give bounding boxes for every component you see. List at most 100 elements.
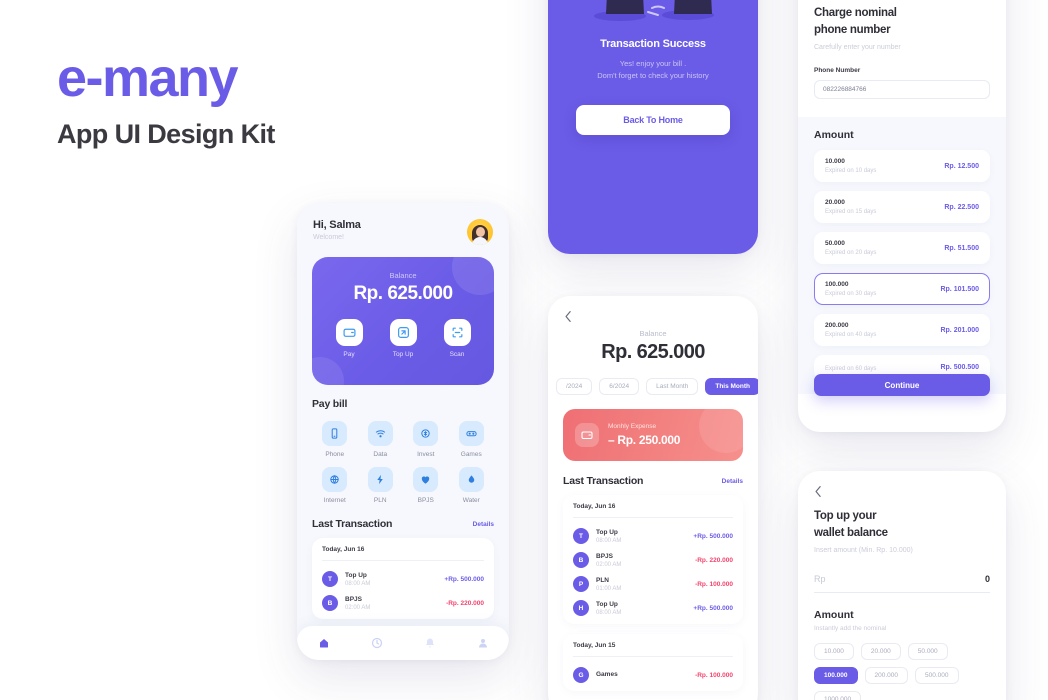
back-button[interactable] bbox=[798, 471, 1006, 498]
amount-price: Rp. 51.500 bbox=[944, 244, 979, 252]
success-title: Transaction Success bbox=[600, 38, 706, 50]
paybill-section: Pay bill Phone Data Invest Games Interne… bbox=[297, 385, 509, 504]
paybill-item-games[interactable]: Games bbox=[449, 421, 495, 458]
paybill-item-bpjs[interactable]: BPJS bbox=[403, 467, 449, 504]
success-illustration bbox=[548, 0, 758, 30]
amount-nominal: 50.000 bbox=[825, 240, 845, 248]
transaction-time: 01:00 AM bbox=[596, 585, 622, 592]
amount-option[interactable]: 200.000 Expired on 40 days Rp. 201.000 bbox=[814, 314, 990, 347]
monthly-expense-card: Monhly Expense – Rp. 250.000 bbox=[563, 409, 743, 461]
amount-input[interactable]: Rp 0 bbox=[814, 574, 990, 594]
paybill-label: Games bbox=[460, 451, 482, 458]
brand-title: e-many bbox=[57, 48, 239, 108]
action-pay[interactable]: Pay bbox=[335, 319, 363, 358]
paybill-item-water[interactable]: Water bbox=[449, 467, 495, 504]
amount-chip[interactable]: 200.000 bbox=[864, 667, 908, 685]
nav-history-icon[interactable] bbox=[371, 637, 383, 649]
continue-button[interactable]: Continue bbox=[814, 374, 990, 396]
transaction-time: 02:00 AM bbox=[596, 561, 622, 568]
amount-price: Rp. 101.500 bbox=[940, 285, 979, 293]
table-row[interactable]: T Top Up 08:00 AM +Rp. 500.000 bbox=[322, 567, 484, 591]
phone-screen-history: Balance Rp. 625.000 /2024 6/2024 Last Mo… bbox=[548, 296, 758, 700]
transaction-amount: +Rp. 500.000 bbox=[444, 575, 484, 583]
transaction-card: Today, Jun 15 G Games -Rp. 100.000 bbox=[563, 634, 743, 691]
amount-chip[interactable]: 50.000 bbox=[907, 643, 948, 661]
greeting-text: Hi, Salma bbox=[313, 219, 361, 231]
amount-title: Amount bbox=[814, 609, 854, 622]
amount-expiry: Expired on 10 days bbox=[825, 168, 877, 175]
phone-icon bbox=[322, 421, 348, 446]
back-button[interactable] bbox=[548, 296, 758, 323]
amount-price: Rp. 201.000 bbox=[940, 326, 979, 334]
transaction-time: 08:00 AM bbox=[596, 609, 622, 616]
paybill-item-pln[interactable]: PLN bbox=[358, 467, 404, 504]
phone-number-input[interactable]: 082226884766 bbox=[814, 80, 990, 100]
paybill-grid: Phone Data Invest Games Internet PLN BPJ… bbox=[312, 421, 494, 504]
balance-actions: Pay Top Up Scan bbox=[312, 319, 494, 358]
amount-option[interactable]: 50.000 Expired on 20 days Rp. 51.500 bbox=[814, 232, 990, 265]
paybill-item-internet[interactable]: Internet bbox=[312, 467, 358, 504]
transaction-date: Today, Jun 16 bbox=[322, 546, 365, 553]
avatar[interactable] bbox=[467, 219, 493, 245]
paybill-label: BPJS bbox=[417, 497, 434, 504]
amount-option[interactable]: 20.000 Expired on 15 days Rp. 22.500 bbox=[814, 191, 990, 224]
last-transaction-title: Last Transaction bbox=[563, 475, 644, 487]
filter-chip[interactable]: Last Month bbox=[646, 378, 699, 395]
nav-profile-icon[interactable] bbox=[477, 637, 489, 649]
table-row[interactable]: T Top Up 08:00 AM +Rp. 500.000 bbox=[573, 524, 733, 548]
page-title: Charge nominal phone number bbox=[814, 5, 990, 38]
filter-chip[interactable]: /2024 bbox=[556, 378, 593, 395]
transaction-time: 08:00 AM bbox=[596, 537, 622, 544]
details-link[interactable]: Details bbox=[722, 478, 743, 485]
table-row[interactable]: H Top Up 08:00 AM +Rp. 500.000 bbox=[573, 596, 733, 620]
amount-chip-active[interactable]: 100.000 bbox=[814, 667, 858, 685]
table-row[interactable]: B BPJS 02:00 AM -Rp. 220.000 bbox=[322, 591, 484, 615]
table-row[interactable]: G Games -Rp. 100.000 bbox=[573, 663, 733, 687]
details-link[interactable]: Details bbox=[473, 521, 494, 528]
brand-subtitle: App UI Design Kit bbox=[57, 118, 275, 149]
transaction-card: Today, Jun 16 T Top Up 08:00 AM +Rp. 500… bbox=[312, 538, 494, 619]
transaction-name: Top Up bbox=[345, 571, 367, 579]
nav-bell-icon[interactable] bbox=[424, 637, 436, 649]
water-icon bbox=[458, 467, 484, 492]
transaction-amount: -Rp. 220.000 bbox=[446, 599, 484, 607]
transaction-name: BPJS bbox=[345, 595, 362, 603]
paybill-item-phone[interactable]: Phone bbox=[312, 421, 358, 458]
amount-chip[interactable]: 1000.000 bbox=[814, 691, 862, 700]
page-subtitle: Insert amount (Min. Rp. 10.000) bbox=[814, 547, 913, 555]
paybill-item-data[interactable]: Data bbox=[358, 421, 404, 458]
amount-value: 0 bbox=[984, 574, 990, 585]
filter-chip-active[interactable]: This Month bbox=[705, 378, 758, 395]
decor-blob bbox=[312, 357, 344, 385]
avatar: T bbox=[573, 528, 589, 544]
avatar: G bbox=[573, 667, 589, 683]
divider bbox=[573, 656, 733, 657]
amount-option-selected[interactable]: 100.000 Expired on 30 days Rp. 101.500 bbox=[814, 273, 990, 306]
paybill-label: Phone bbox=[325, 451, 345, 458]
amount-chip[interactable]: 500.000 bbox=[915, 667, 959, 685]
filter-chip[interactable]: 6/2024 bbox=[599, 378, 640, 395]
amount-nominal: 200.000 bbox=[825, 322, 849, 330]
divider bbox=[573, 517, 733, 518]
action-scan[interactable]: Scan bbox=[443, 319, 471, 358]
divider bbox=[322, 560, 484, 561]
nav-home-icon[interactable] bbox=[318, 637, 330, 649]
games-icon bbox=[458, 421, 484, 446]
avatar: P bbox=[573, 576, 589, 592]
success-subtitle: Yes! enjoy your bill . Dom't forget to c… bbox=[548, 58, 758, 81]
action-topup[interactable]: Top Up bbox=[389, 319, 417, 358]
paybill-item-invest[interactable]: Invest bbox=[403, 421, 449, 458]
table-row[interactable]: P PLN 01:00 AM -Rp. 100.000 bbox=[573, 572, 733, 596]
transaction-amount: +Rp. 500.000 bbox=[693, 532, 733, 540]
table-row[interactable]: B BPJS 02:00 AM -Rp. 220.000 bbox=[573, 548, 733, 572]
balance-amount: Rp. 625.000 bbox=[353, 283, 453, 304]
bolt-icon bbox=[367, 467, 393, 492]
branding: e-many App UI Design Kit bbox=[57, 50, 275, 150]
amount-option[interactable]: 10.000 Expired on 10 days Rp. 12.500 bbox=[814, 150, 990, 183]
transaction-name: PLN bbox=[596, 576, 609, 584]
transaction-amount: -Rp. 220.000 bbox=[695, 556, 733, 564]
amount-chip[interactable]: 20.000 bbox=[860, 643, 901, 661]
paybill-title: Pay bill bbox=[312, 398, 348, 410]
amount-chip[interactable]: 10.000 bbox=[814, 643, 854, 661]
back-to-home-button[interactable]: Back To Home bbox=[576, 105, 730, 136]
